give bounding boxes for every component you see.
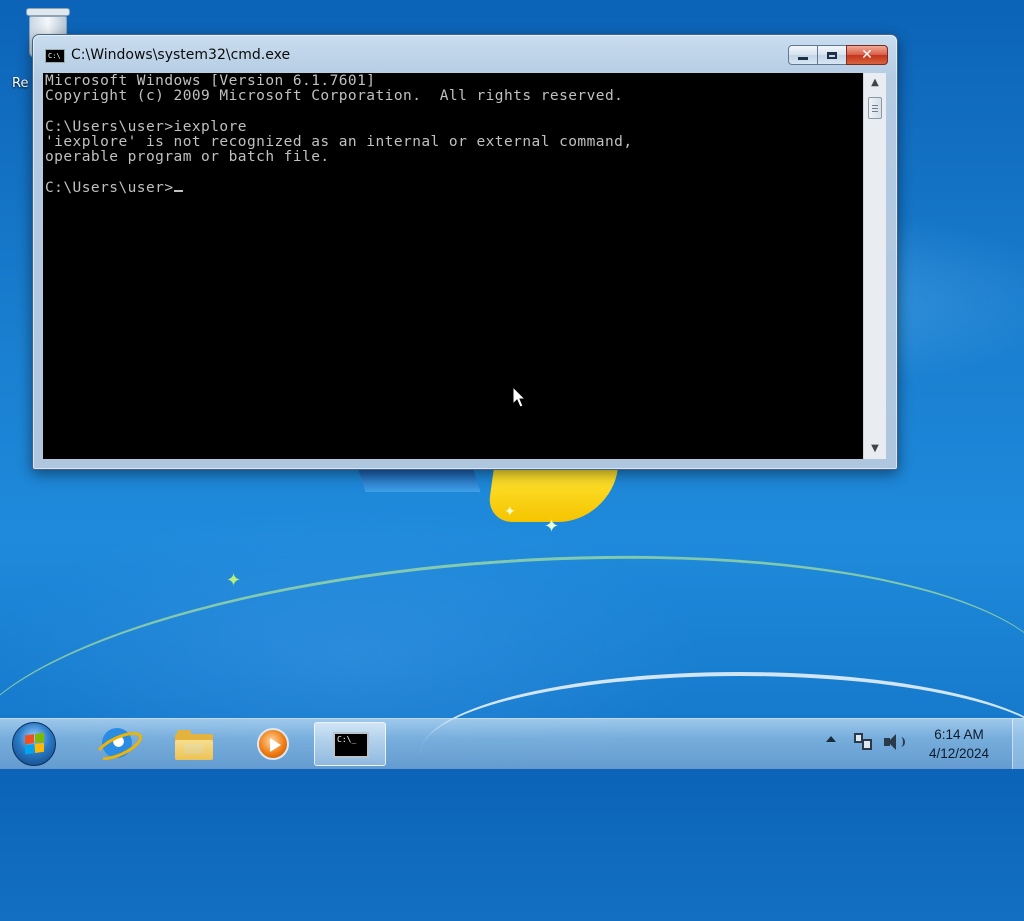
taskbar-button-command-prompt[interactable]: C:\_	[314, 722, 386, 766]
clock-date: 4/12/2024	[928, 746, 990, 761]
maximize-button[interactable]	[817, 45, 847, 65]
show-hidden-icons-icon[interactable]	[826, 736, 836, 742]
taskbar-button-internet-explorer[interactable]	[80, 722, 152, 766]
close-icon: ✕	[861, 47, 873, 63]
window-title: C:\Windows\system32\cmd.exe	[71, 47, 291, 63]
close-button[interactable]: ✕	[846, 45, 888, 65]
window-titlebar[interactable]: C:\ C:\Windows\system32\cmd.exe ✕	[33, 35, 897, 73]
scrollbar-thumb[interactable]	[868, 97, 882, 119]
file-explorer-icon	[175, 730, 213, 760]
text-cursor	[173, 190, 183, 192]
console-line: 'iexplore' is not recognized as an inter…	[45, 134, 633, 150]
volume-icon[interactable]	[884, 734, 905, 752]
mouse-pointer-icon	[512, 386, 527, 408]
cmd-icon[interactable]: C:\	[45, 49, 65, 63]
minimize-button[interactable]	[788, 45, 818, 65]
start-button[interactable]	[12, 722, 56, 766]
windows-logo-blue-pane	[358, 470, 481, 492]
sparkle-icon: ✦	[226, 570, 242, 591]
minimize-icon	[798, 56, 808, 60]
console-prompt: C:\Users\user>	[45, 180, 174, 196]
taskbar-button-media-player[interactable]	[236, 722, 308, 766]
tray-clock[interactable]: 6:14 AM 4/12/2024	[914, 725, 1004, 763]
sparkle-icon: ✦	[544, 516, 560, 537]
desktop-icon-label: Re	[12, 76, 29, 91]
window-caption-buttons: ✕	[788, 45, 888, 67]
grip-line	[872, 111, 878, 112]
recycle-bin-icon	[26, 8, 70, 16]
start-orb-icon	[25, 732, 45, 756]
clock-time: 6:14 AM	[934, 727, 984, 742]
grip-line	[872, 108, 878, 109]
windows-media-player-icon	[257, 728, 289, 760]
scroll-down-arrow-icon[interactable]: ▼	[864, 439, 886, 459]
console-line: C:\Users\user>iexplore	[45, 119, 247, 135]
console-line: operable program or batch file.	[45, 149, 330, 165]
scroll-up-arrow-icon[interactable]: ▲	[864, 73, 886, 93]
desktop: { "desktop": { "icons": [ { "icon": "rec…	[0, 0, 1024, 921]
taskbar: C:\_ 6:14 AM 4/12/2024	[0, 718, 1024, 769]
maximize-icon	[827, 51, 837, 59]
console-line: Microsoft Windows [Version 6.1.7601]	[45, 73, 376, 89]
grip-line	[872, 105, 878, 106]
show-desktop-button[interactable]	[1012, 719, 1024, 769]
console-output[interactable]: Microsoft Windows [Version 6.1.7601] Cop…	[43, 73, 863, 459]
taskbar-button-file-explorer[interactable]	[158, 722, 230, 766]
command-prompt-icon: C:\_	[333, 732, 369, 758]
vertical-scrollbar[interactable]: ▲ ▼	[863, 73, 886, 459]
cmd-window[interactable]: C:\ C:\Windows\system32\cmd.exe ✕ Micros…	[32, 34, 898, 470]
console-line: Copyright (c) 2009 Microsoft Corporation…	[45, 88, 624, 104]
sparkle-icon: ✦	[504, 504, 516, 520]
network-icon[interactable]	[854, 733, 872, 751]
console-prompt-line[interactable]: C:\Users\user>	[45, 181, 183, 196]
